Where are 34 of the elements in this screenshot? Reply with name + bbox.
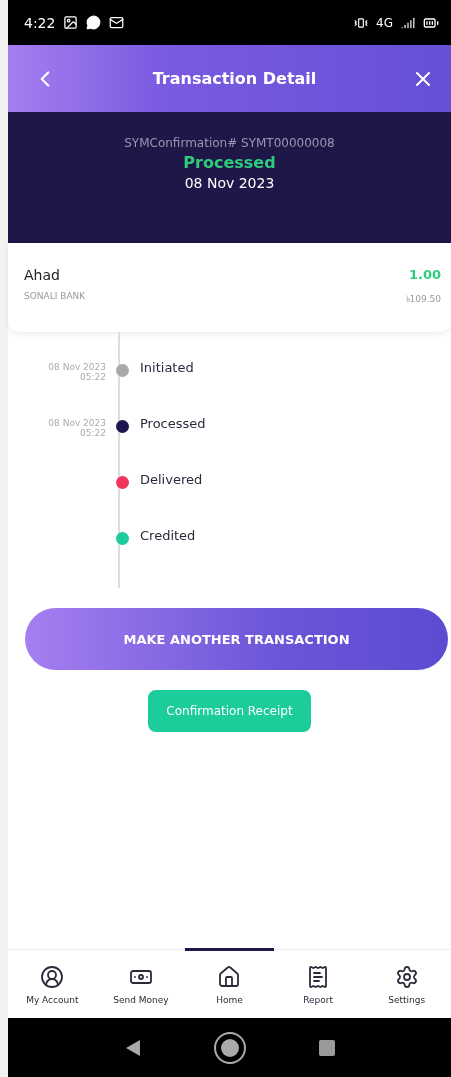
confirmation-number: SYMConfirmation# SYMT00000008 — [124, 136, 335, 150]
transaction-date: 08 Nov 2023 — [184, 175, 275, 191]
back-nav-icon[interactable] — [124, 1038, 141, 1057]
settings-icon — [394, 964, 419, 989]
amount: 1.00 — [408, 267, 441, 282]
image-icon — [63, 15, 79, 30]
make-another-transaction-button[interactable]: MAKE ANOTHER TRANSACTION — [25, 608, 448, 670]
step-label: Credited — [140, 528, 197, 545]
step-label: Processed — [140, 416, 207, 433]
local-amount: ৳109.50 — [405, 293, 441, 306]
mail-icon — [109, 15, 125, 30]
nav-tab[interactable]: Settings — [362, 948, 451, 1018]
screen-title: Transaction Detail — [151, 69, 318, 88]
recents-nav-icon[interactable] — [318, 1039, 335, 1056]
home-icon — [217, 964, 242, 989]
chat-icon — [86, 15, 102, 30]
step-label: Initiated — [140, 360, 195, 377]
network-type: 4G — [376, 15, 393, 30]
step-date: 08 Nov 2023 — [48, 418, 106, 428]
step-time: 05:22 — [80, 428, 106, 438]
recipient-name: Ahad — [24, 267, 60, 283]
vibrate-icon — [354, 15, 369, 30]
home-nav-icon[interactable] — [213, 1031, 246, 1064]
nav-tab[interactable]: My Account — [8, 948, 97, 1018]
step-date: 08 Nov 2023 — [48, 362, 106, 372]
step-label: Delivered — [140, 472, 204, 489]
transaction-status: Processed — [183, 153, 276, 172]
nav-tab[interactable]: Report — [273, 948, 363, 1018]
account-icon — [40, 964, 65, 989]
bank-name: SONALI BANK — [24, 291, 86, 301]
status-time: 4:22 — [24, 14, 56, 31]
nav-tab[interactable]: Send Money — [96, 948, 186, 1018]
step-time: 05:22 — [80, 372, 106, 382]
signal-icon — [401, 15, 415, 30]
